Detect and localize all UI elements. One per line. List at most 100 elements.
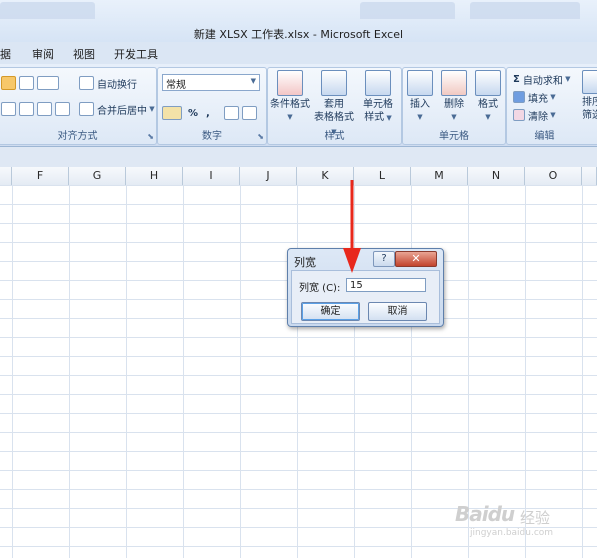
column-header[interactable] [582, 167, 597, 185]
sort-filter-button[interactable]: 排序 筛选 [577, 70, 597, 122]
decrease-indent-icon[interactable] [37, 102, 52, 116]
formula-bar[interactable] [0, 147, 597, 168]
chevron-down-icon: ▼ [485, 113, 491, 121]
delete-cells-icon [441, 70, 467, 96]
gridline [240, 185, 241, 558]
window-title: 新建 XLSX 工作表.xlsx - Microsoft Excel [193, 28, 404, 41]
styles-group: 条件格式 ▼ 套用 表格格式 ▼ 单元格 样式 ▼ 样式 [267, 67, 402, 145]
background-tab [470, 2, 580, 19]
ribbon-tab-bar: 据 审阅 视图 开发工具 [0, 42, 597, 65]
dialog-launcher-icon[interactable]: ⬊ [257, 132, 264, 141]
align-left-icon[interactable] [1, 102, 16, 116]
close-button[interactable]: ✕ [395, 251, 437, 267]
sort-az-icon [582, 70, 597, 94]
number-group: 常规 ▼ % , 数字 ⬊ [157, 67, 267, 145]
alignment-group: 自动换行 合并后居中 ▼ 对齐方式 ⬊ [0, 67, 157, 145]
percent-button[interactable]: % [188, 104, 198, 122]
comma-button[interactable]: , [206, 104, 210, 122]
column-width-input[interactable]: 15 [346, 278, 426, 292]
column-header-o[interactable]: O [525, 167, 582, 185]
conditional-format-label: 条件格式 [270, 99, 310, 110]
merge-center-label: 合并后居中 [97, 105, 147, 117]
cell-styles-label-2: 样式 ▼ [364, 112, 392, 123]
number-format-value: 常规 [166, 80, 186, 91]
align-center-button[interactable] [1, 74, 62, 92]
sigma-icon: Σ [513, 73, 520, 85]
clear-label: 清除 [528, 111, 548, 123]
column-header-f[interactable]: F [12, 167, 69, 185]
gridline [183, 185, 184, 558]
merge-cells-icon [79, 102, 94, 116]
gridline [12, 185, 13, 558]
format-as-table-label-1: 套用 [324, 99, 344, 110]
tab-view[interactable]: 视图 [73, 46, 95, 62]
group-label: 数字 [202, 131, 222, 142]
increase-indent-icon[interactable] [55, 102, 70, 116]
insert-label: 插入 [410, 99, 430, 110]
delete-button[interactable]: 删除 ▼ [437, 70, 471, 124]
insert-button[interactable]: 插入 ▼ [403, 70, 437, 124]
background-tab [0, 2, 95, 19]
cell-styles-button[interactable]: 单元格 样式 ▼ [358, 70, 398, 125]
column-header[interactable] [0, 167, 12, 185]
wrap-text-label: 自动换行 [97, 79, 137, 91]
delete-label: 删除 [444, 99, 464, 110]
gridline [411, 185, 412, 558]
ok-button[interactable]: 确定 [301, 302, 360, 321]
chevron-down-icon: ▼ [562, 75, 571, 83]
group-label: 对齐方式 [57, 131, 98, 142]
column-header-row: F G H I J K L M N O [0, 167, 597, 186]
gridline [69, 185, 70, 558]
editing-group: Σ 自动求和 ▼ 填充 ▼ 清除 ▼ 排序 筛选 编辑 [506, 67, 597, 145]
wrap-text-icon [79, 76, 94, 90]
column-width-dialog: 列宽 ? ✕ 列宽 (C): 15 确定 取消 [287, 248, 444, 327]
column-header-m[interactable]: M [411, 167, 468, 185]
wrap-text-button[interactable]: 自动换行 [79, 74, 137, 92]
tab-review[interactable]: 审阅 [32, 46, 54, 62]
column-header-n[interactable]: N [468, 167, 525, 185]
watermark-url: jingyan.baidu.com [470, 528, 554, 538]
orientation-icon[interactable] [37, 76, 59, 90]
column-width-label: 列宽 (C): [299, 283, 341, 294]
tab-developer[interactable]: 开发工具 [114, 46, 158, 62]
help-button[interactable]: ? [373, 251, 395, 267]
align-justify-icon[interactable] [19, 76, 34, 90]
format-as-table-icon [321, 70, 347, 96]
format-button[interactable]: 格式 ▼ [471, 70, 505, 124]
column-header-h[interactable]: H [126, 167, 183, 185]
cell-styles-icon [365, 70, 391, 96]
watermark-logo: Baidu [455, 502, 515, 526]
chevron-down-icon: ▼ [417, 113, 423, 121]
fill-label: 填充 [528, 93, 548, 105]
group-label: 编辑 [534, 131, 555, 142]
currency-button[interactable] [162, 104, 185, 122]
increase-decimal-button[interactable] [224, 104, 242, 122]
autosum-label: 自动求和 [522, 75, 563, 87]
chevron-down-icon: ▼ [548, 111, 556, 119]
chevron-down-icon: ▼ [287, 113, 293, 121]
align-center-icon [1, 76, 16, 90]
clear-button[interactable]: 清除 ▼ [513, 106, 556, 124]
tab-data[interactable]: 据 [0, 46, 11, 62]
fill-button[interactable]: 填充 ▼ [513, 88, 556, 106]
conditional-format-button[interactable]: 条件格式 ▼ [270, 70, 310, 124]
autosum-button[interactable]: Σ 自动求和 ▼ [513, 70, 570, 88]
insert-cells-icon [407, 70, 433, 96]
chevron-down-icon: ▼ [147, 105, 155, 113]
decrease-decimal-icon [242, 106, 257, 120]
column-header-j[interactable]: J [240, 167, 297, 185]
align-right-icon[interactable] [19, 102, 34, 116]
cancel-button[interactable]: 取消 [368, 302, 427, 321]
merge-center-button[interactable]: 合并后居中 ▼ [79, 100, 155, 118]
dialog-title: 列宽 [294, 256, 316, 269]
column-header-g[interactable]: G [69, 167, 126, 185]
decrease-decimal-button[interactable] [242, 104, 260, 122]
currency-icon [162, 106, 182, 120]
indent-buttons[interactable] [1, 100, 73, 118]
dialog-launcher-icon[interactable]: ⬊ [147, 132, 154, 141]
arrow-head [343, 248, 361, 273]
number-format-select[interactable]: 常规 ▼ [162, 74, 260, 91]
fill-down-icon [513, 91, 525, 103]
column-header-i[interactable]: I [183, 167, 240, 185]
eraser-icon [513, 109, 525, 121]
